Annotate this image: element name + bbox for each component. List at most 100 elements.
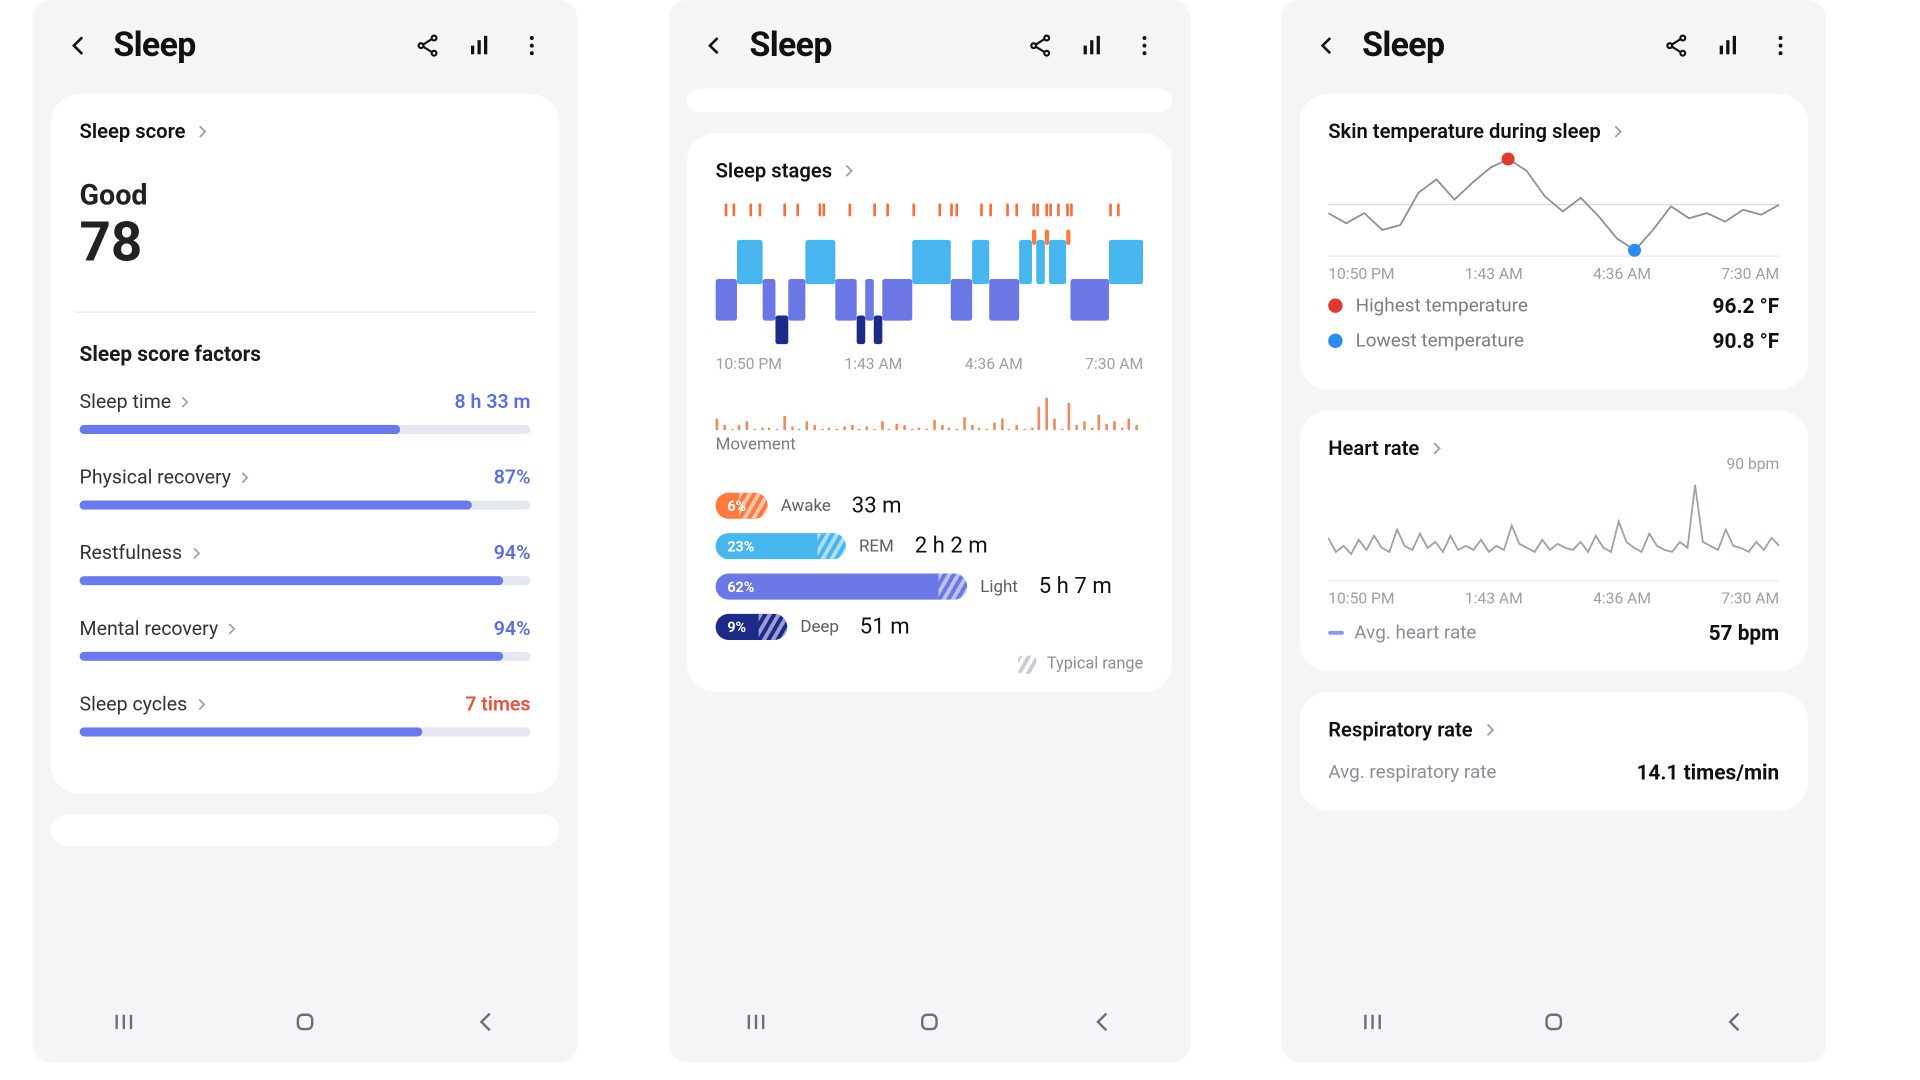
factor-name: Mental recovery	[80, 617, 241, 640]
hatch-swatch-icon	[1018, 655, 1036, 673]
movement-bar	[933, 420, 936, 430]
awake-tick	[1036, 203, 1039, 216]
movement-bar	[768, 428, 771, 430]
movement-bar	[963, 417, 966, 430]
factor-value: 94%	[494, 617, 531, 640]
factor-row[interactable]: Sleep time8 h 33 m	[80, 390, 531, 434]
movement-bar	[971, 424, 974, 430]
appbar: Sleep	[1281, 0, 1826, 83]
sleep-stages-link[interactable]: Sleep stages	[716, 159, 1144, 182]
sleep-score-link-label: Sleep score	[80, 120, 186, 143]
low-temp-row: Lowest temperature 90.8 °F	[1328, 328, 1779, 353]
stage-bar: 23%	[716, 533, 846, 559]
movement-chart: Movement	[716, 391, 1144, 455]
nav-back-button[interactable]	[1721, 1008, 1750, 1037]
sleep-score-card: Sleep score Good 78 Sleep score factors …	[51, 94, 559, 794]
factor-row[interactable]: Mental recovery 94%	[80, 617, 531, 661]
share-icon[interactable]	[1023, 29, 1057, 63]
factor-row[interactable]: Physical recovery87%	[80, 465, 531, 509]
back-button[interactable]	[1310, 29, 1344, 63]
nav-back-button[interactable]	[1089, 1008, 1118, 1037]
chevron-right-icon	[193, 123, 211, 141]
respiratory-rate-link[interactable]: Respiratory rate	[1328, 718, 1779, 741]
movement-bar	[918, 428, 921, 430]
stage-label: REM	[859, 536, 894, 556]
factor-bar	[80, 576, 531, 585]
factor-bar	[80, 727, 531, 736]
back-button[interactable]	[61, 29, 95, 63]
screen-sleep-score: Sleep Sleep score Good 78 Sleep score fa…	[33, 0, 578, 1062]
movement-bar	[843, 426, 846, 430]
awake-tick	[1070, 203, 1073, 216]
movement-bar	[926, 429, 929, 430]
chevron-right-icon	[1480, 721, 1498, 739]
sleep-stages-link-label: Sleep stages	[716, 159, 832, 182]
factor-value: 8 h 33 m	[455, 390, 531, 413]
awake-tick	[733, 203, 736, 216]
factor-value: 94%	[494, 541, 531, 564]
stats-icon[interactable]	[1075, 29, 1109, 63]
nav-back-button[interactable]	[472, 1008, 501, 1037]
awake-tick	[818, 203, 821, 216]
factor-value: 7 times	[465, 692, 530, 715]
awake-tick	[1117, 203, 1120, 216]
appbar: Sleep	[669, 0, 1190, 83]
movement-bar	[1113, 422, 1116, 431]
avg-rr-label: Avg. respiratory rate	[1328, 761, 1496, 783]
share-icon[interactable]	[411, 29, 445, 63]
more-icon[interactable]	[515, 29, 549, 63]
awake-tick	[758, 203, 761, 216]
hypnogram-axis: 10:50 PM 1:43 AM 4:36 AM 7:30 AM	[716, 355, 1144, 373]
stage-label: Light	[980, 577, 1018, 597]
movement-bar	[806, 421, 809, 430]
chevron-right-icon	[1609, 123, 1627, 141]
awake-tick	[1066, 203, 1069, 216]
awake-tick	[797, 203, 800, 216]
movement-bar	[941, 425, 944, 430]
awake-tick	[955, 203, 958, 216]
movement-bar	[873, 429, 876, 430]
home-button[interactable]	[1539, 1008, 1568, 1037]
awake-tick	[912, 203, 915, 216]
movement-bar	[1136, 425, 1139, 430]
skin-temperature-link[interactable]: Skin temperature during sleep	[1328, 120, 1779, 143]
movement-bar	[836, 429, 839, 430]
axis-tick: 1:43 AM	[1465, 589, 1523, 607]
share-icon[interactable]	[1659, 29, 1693, 63]
movement-bar	[813, 425, 816, 430]
stats-icon[interactable]	[463, 29, 497, 63]
awake-tick	[822, 203, 825, 216]
system-navbar	[33, 989, 578, 1062]
awake-tick	[874, 203, 877, 216]
home-button[interactable]	[291, 1008, 320, 1037]
back-button[interactable]	[697, 29, 731, 63]
awake-tick	[981, 203, 984, 216]
high-dot-icon	[1328, 298, 1342, 312]
recents-button[interactable]	[741, 1008, 770, 1037]
stage-duration: 5 h 7 m	[1039, 574, 1112, 600]
movement-bar	[753, 429, 756, 430]
movement-bar	[761, 427, 764, 430]
more-icon[interactable]	[1764, 29, 1798, 63]
stage-row: 62%Light5 h 7 m	[716, 574, 1144, 600]
more-icon[interactable]	[1127, 29, 1161, 63]
avg-rr-value: 14.1 times/min	[1636, 760, 1779, 785]
sleep-score-link[interactable]: Sleep score	[80, 120, 531, 143]
factor-row[interactable]: Restfulness94%	[80, 541, 531, 585]
divider	[1328, 580, 1779, 581]
movement-bar	[1128, 418, 1131, 430]
home-button[interactable]	[915, 1008, 944, 1037]
movement-bar	[986, 429, 989, 430]
movement-bar	[866, 427, 869, 430]
avg-hr-value: 57 bpm	[1709, 620, 1780, 645]
legend-label: Typical range	[1047, 654, 1143, 674]
respiratory-rate-link-label: Respiratory rate	[1328, 718, 1472, 741]
next-card-peek	[51, 815, 559, 846]
recents-button[interactable]	[1358, 1008, 1387, 1037]
factor-row[interactable]: Sleep cycles7 times	[80, 692, 531, 736]
movement-bar	[1001, 419, 1004, 431]
recents-button[interactable]	[109, 1008, 138, 1037]
factor-bar	[80, 501, 531, 510]
stats-icon[interactable]	[1711, 29, 1745, 63]
page-title: Sleep	[113, 26, 195, 65]
